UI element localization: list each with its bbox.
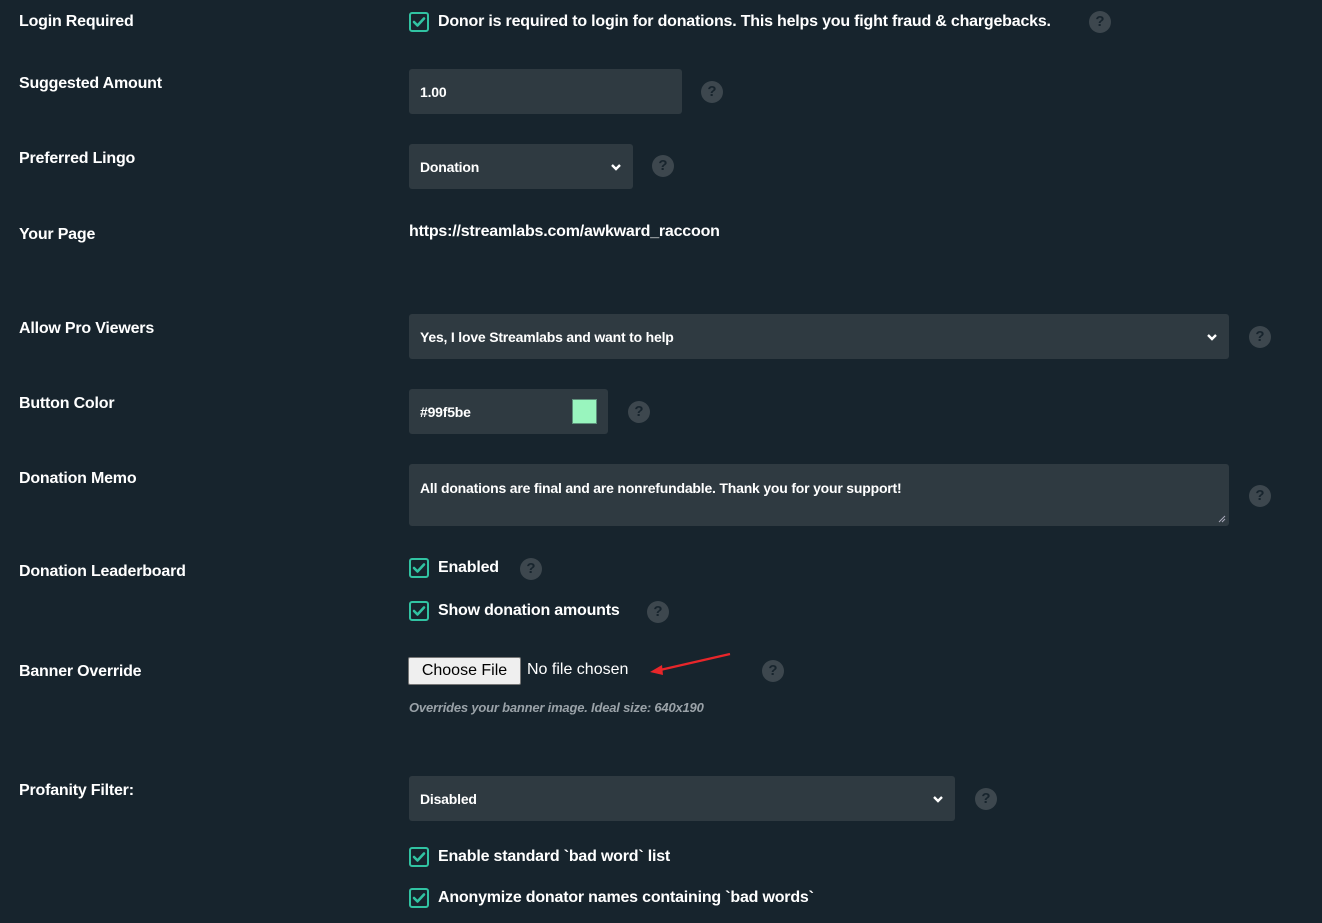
donation-memo-label: Donation Memo [19,470,137,487]
donation-leaderboard-label: Donation Leaderboard [19,563,186,580]
checkmark-icon [412,852,426,862]
red-arrow-icon [650,652,731,675]
checkmark-icon [412,17,426,27]
allow-pro-viewers-select[interactable]: Yes, I love Streamlabs and want to help [409,314,1229,359]
donation-memo-value: All donations are final and are nonrefun… [420,480,902,496]
standard-bad-word-list-checkbox[interactable] [409,847,429,867]
login-required-checkbox[interactable] [409,12,429,32]
choose-file-button[interactable]: Choose File [408,657,521,685]
file-status-text: No file chosen [527,661,629,678]
show-donation-amounts-label: Show donation amounts [438,602,620,619]
chevron-down-icon [611,163,621,171]
login-required-label: Login Required [19,13,134,30]
preferred-lingo-select[interactable]: Donation [409,144,633,189]
checkmark-icon [412,563,426,573]
banner-override-label: Banner Override [19,663,142,680]
leaderboard-enabled-label: Enabled [438,559,499,576]
question-circle-icon[interactable]: ? [628,401,650,423]
allow-pro-viewers-label: Allow Pro Viewers [19,320,155,337]
preferred-lingo-value: Donation [420,158,480,175]
button-color-label: Button Color [19,395,115,412]
preferred-lingo-label: Preferred Lingo [19,150,136,167]
checkmark-icon [412,893,426,903]
anonymize-donator-names-checkbox[interactable] [409,888,429,908]
question-circle-icon[interactable]: ? [975,788,997,810]
button-color-input[interactable]: #99f5be [409,389,608,434]
question-circle-icon[interactable]: ? [652,155,674,177]
show-donation-amounts-checkbox[interactable] [409,601,429,621]
suggested-amount-value: 1.00 [420,83,447,100]
leaderboard-enabled-checkbox[interactable] [409,558,429,578]
allow-pro-viewers-value: Yes, I love Streamlabs and want to help [420,328,674,345]
color-swatch[interactable] [572,399,597,424]
question-circle-icon[interactable]: ? [520,558,542,580]
login-required-checkbox-label: Donor is required to login for donations… [438,13,1051,30]
question-circle-icon[interactable]: ? [647,601,669,623]
your-page-url[interactable]: https://streamlabs.com/awkward_raccoon [409,223,720,241]
banner-override-hint: Overrides your banner image. Ideal size:… [409,700,704,715]
question-circle-icon[interactable]: ? [701,81,723,103]
your-page-label: Your Page [19,226,96,243]
profanity-filter-label: Profanity Filter: [19,782,134,799]
question-circle-icon[interactable]: ? [1089,11,1111,33]
profanity-filter-select[interactable]: Disabled [409,776,955,821]
button-color-value: #99f5be [420,403,471,420]
checkmark-icon [412,606,426,616]
question-circle-icon[interactable]: ? [1249,485,1271,507]
donation-memo-textarea[interactable]: All donations are final and are nonrefun… [409,464,1229,526]
question-circle-icon[interactable]: ? [762,660,784,682]
question-circle-icon[interactable]: ? [1249,326,1271,348]
anonymize-donator-names-label: Anonymize donator names containing `bad … [438,889,814,906]
profanity-filter-value: Disabled [420,790,477,807]
chevron-down-icon [933,795,943,803]
standard-bad-word-list-label: Enable standard `bad word` list [438,848,671,865]
donation-settings-page: Login Required Donor is required to logi… [0,0,1322,923]
resize-handle-icon[interactable] [1218,515,1226,523]
suggested-amount-label: Suggested Amount [19,75,162,92]
suggested-amount-input[interactable]: 1.00 [409,69,682,114]
chevron-down-icon [1207,333,1217,341]
